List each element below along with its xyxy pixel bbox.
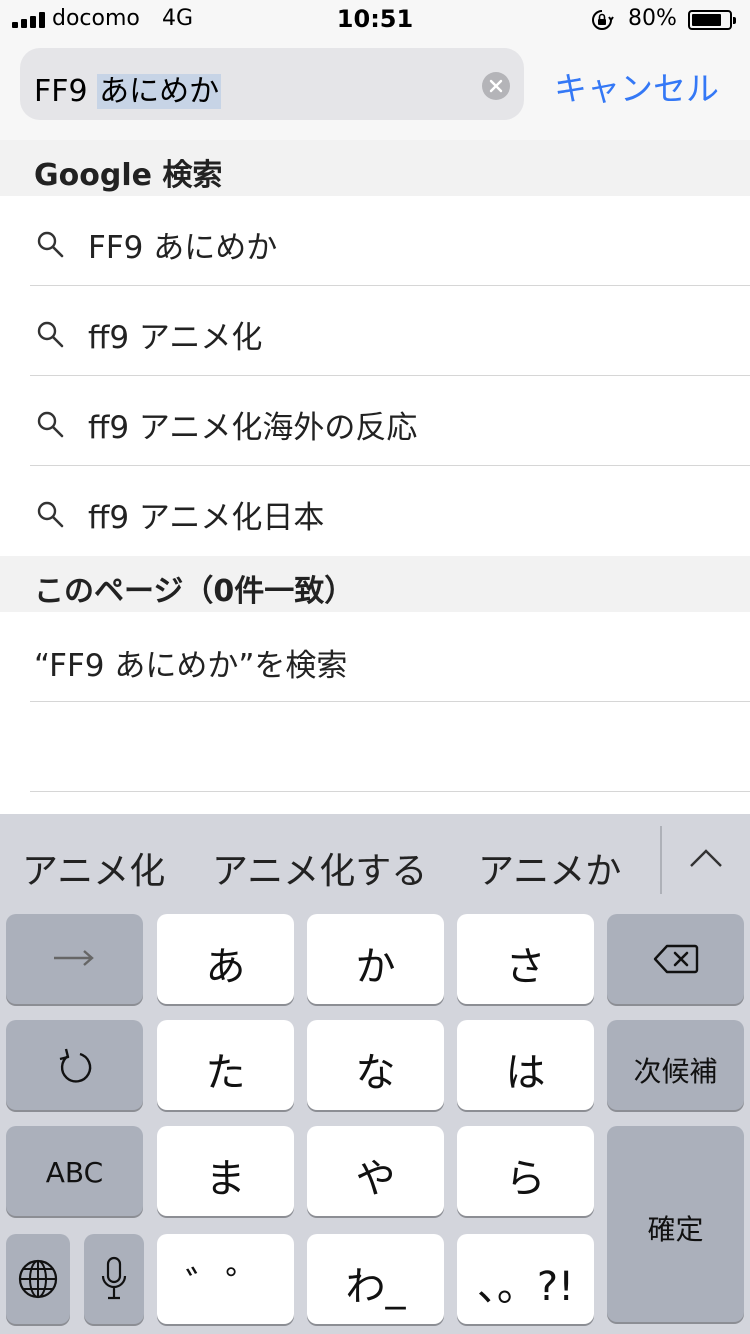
suggestion-text: FF9 あにめか [88, 230, 278, 266]
backspace-key[interactable] [607, 914, 744, 1004]
kana-key[interactable]: ま [157, 1126, 294, 1216]
microphone-key[interactable] [84, 1234, 144, 1324]
cancel-button[interactable]: キャンセル [554, 62, 719, 110]
suggestion-row[interactable]: FF9 あにめか [0, 196, 750, 286]
next-candidate-key[interactable]: 次候補 [607, 1020, 744, 1110]
kana-key[interactable]: は [457, 1020, 594, 1110]
search-query-prefix: FF9 [34, 74, 98, 109]
clear-icon[interactable] [482, 72, 510, 100]
find-on-page-section-title: このページ（0件一致） [34, 574, 355, 609]
globe-key[interactable] [6, 1234, 70, 1324]
kana-key[interactable]: あ [157, 914, 294, 1004]
search-icon [37, 321, 64, 348]
search-query-marked-text: あにめか [97, 74, 222, 109]
status-bar: docomo 4G 10:51 80% [0, 0, 750, 40]
suggestion-row[interactable]: ff9 アニメ化日本 [0, 466, 750, 556]
undo-icon [59, 1048, 92, 1083]
find-on-page-section-header: このページ（0件一致） [0, 556, 750, 612]
arrow-right-key[interactable] [6, 914, 143, 1004]
candidate-item[interactable]: アニメ化する [212, 842, 427, 894]
battery-icon [688, 10, 736, 30]
kana-key[interactable]: か [307, 914, 444, 1004]
suggestion-text: ff9 アニメ化日本 [88, 500, 325, 536]
kana-key[interactable]: さ [457, 914, 594, 1004]
suggestion-text: ff9 アニメ化 [88, 320, 263, 356]
candidate-item[interactable]: アニメ化 [22, 842, 165, 894]
google-search-section-title: Google 検索 [34, 158, 223, 193]
search-input[interactable]: FF9 あにめか [20, 48, 524, 120]
candidate-bar: アニメ化 アニメ化する アニメか [0, 814, 750, 906]
search-icon [37, 411, 64, 438]
globe-icon [18, 1259, 58, 1299]
undo-key[interactable] [6, 1020, 143, 1110]
dakuten-key[interactable]: ゛゜ [157, 1234, 294, 1324]
orientation-lock-icon [592, 10, 614, 30]
confirm-key[interactable]: 確定 [607, 1126, 744, 1322]
find-on-page-row[interactable]: “FF9 あにめか”を検索 [0, 612, 750, 702]
find-on-page-text: “FF9 あにめか”を検索 [34, 648, 348, 684]
kana-key[interactable]: な [307, 1020, 444, 1110]
empty-row [0, 702, 750, 792]
backspace-icon [653, 944, 699, 974]
search-icon [37, 501, 64, 528]
chevron-up-icon[interactable] [688, 846, 724, 870]
abc-key[interactable]: ABC [6, 1126, 143, 1216]
arrow-right-icon [54, 950, 94, 966]
candidate-item[interactable]: アニメか [478, 842, 621, 894]
keyboard: あ か さ た な は 次候補 ABC ま や ら 確定 ゛゜ わ_ 、。?! [0, 906, 750, 1334]
punctuation-key[interactable]: 、。?! [457, 1234, 594, 1324]
search-query: FF9 あにめか [34, 66, 222, 110]
battery-percent: 80% [628, 6, 677, 31]
kana-key[interactable]: わ_ [307, 1234, 444, 1324]
search-icon [37, 231, 64, 258]
google-search-section-header: Google 検索 [0, 140, 750, 196]
search-header: FF9 あにめか キャンセル [0, 40, 750, 140]
suggestion-row[interactable]: ff9 アニメ化海外の反応 [0, 376, 750, 466]
candidate-divider [660, 826, 662, 894]
kana-key[interactable]: た [157, 1020, 294, 1110]
battery-fill [692, 14, 721, 26]
suggestion-row[interactable]: ff9 アニメ化 [0, 286, 750, 376]
kana-key[interactable]: ら [457, 1126, 594, 1216]
kana-key[interactable]: や [307, 1126, 444, 1216]
microphone-icon [101, 1256, 127, 1300]
suggestion-text: ff9 アニメ化海外の反応 [88, 410, 418, 446]
